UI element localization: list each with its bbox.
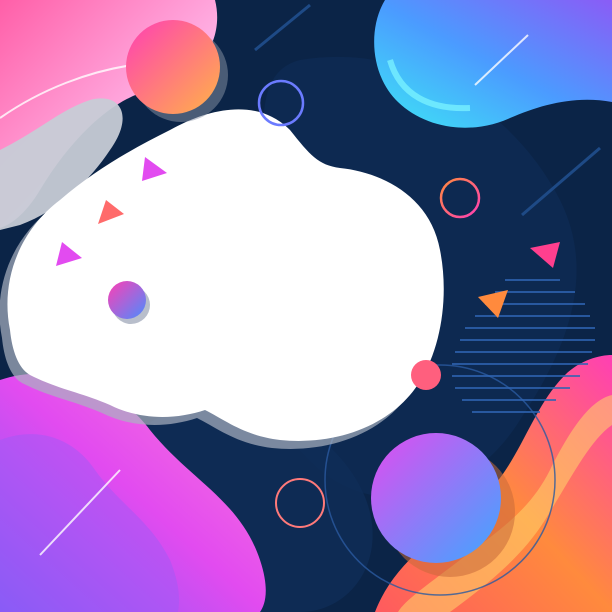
circle-orange-pink xyxy=(126,20,220,114)
circle-coral xyxy=(411,360,441,390)
abstract-background-art xyxy=(0,0,612,612)
circle-small xyxy=(108,281,146,319)
circle-violet-blue xyxy=(371,433,501,563)
